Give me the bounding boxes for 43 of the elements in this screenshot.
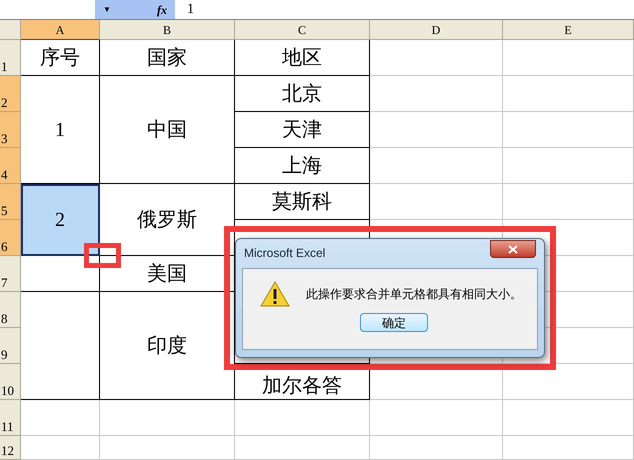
close-icon	[508, 244, 518, 254]
table-cell[interactable]	[21, 292, 100, 400]
column-header[interactable]: D	[370, 20, 503, 40]
table-cell[interactable]: 地区	[235, 40, 370, 76]
row-header[interactable]: 12	[0, 436, 21, 460]
dropdown-arrow[interactable]: ▼	[103, 4, 111, 16]
row-header[interactable]: 1	[0, 40, 21, 76]
row-header[interactable]: 8	[0, 292, 21, 328]
table-cell[interactable]: 北京	[235, 76, 370, 112]
table-cell[interactable]: 天津	[235, 112, 370, 148]
column-header[interactable]: E	[503, 20, 634, 40]
row-header[interactable]: 9	[0, 328, 21, 364]
table-cell[interactable]: 上海	[235, 148, 370, 184]
dialog-title: Microsoft Excel	[244, 245, 326, 262]
table-cell[interactable]: 莫斯科	[235, 184, 370, 220]
column-header[interactable]: C	[235, 20, 370, 40]
table-cell[interactable]: 印度	[100, 292, 235, 400]
table-cell[interactable]: 俄罗斯	[100, 184, 235, 256]
table-cell[interactable]: 2	[21, 184, 100, 256]
ok-button[interactable]: 确定	[360, 313, 428, 332]
table-cell[interactable]: 中国	[100, 76, 235, 184]
table-cell[interactable]	[21, 256, 100, 292]
row-header[interactable]: 4	[0, 148, 21, 184]
row-header[interactable]: 5	[0, 184, 21, 220]
table-cell[interactable]: 国家	[100, 40, 235, 76]
dialog-message: 此操作要求合并单元格都具有相同大小。	[306, 286, 522, 303]
row-header[interactable]: 7	[0, 256, 21, 292]
table-cell[interactable]: 美国	[100, 256, 235, 292]
row-header[interactable]: 3	[0, 112, 21, 148]
table-cell[interactable]: 1	[21, 76, 100, 184]
column-header[interactable]: A	[21, 20, 100, 40]
table-cell[interactable]: 序号	[21, 40, 100, 76]
row-header[interactable]: 6	[0, 220, 21, 256]
function-label[interactable]: fx	[157, 0, 167, 18]
row-header[interactable]: 11	[0, 400, 21, 436]
formula-value: 1	[187, 1, 194, 19]
row-header[interactable]: 2	[0, 76, 21, 112]
select-all-corner[interactable]	[0, 20, 21, 40]
warning-icon	[260, 281, 290, 307]
highlight-frame	[84, 243, 121, 268]
column-header[interactable]: B	[100, 20, 235, 40]
close-button[interactable]	[490, 240, 536, 258]
row-header[interactable]: 10	[0, 364, 21, 400]
